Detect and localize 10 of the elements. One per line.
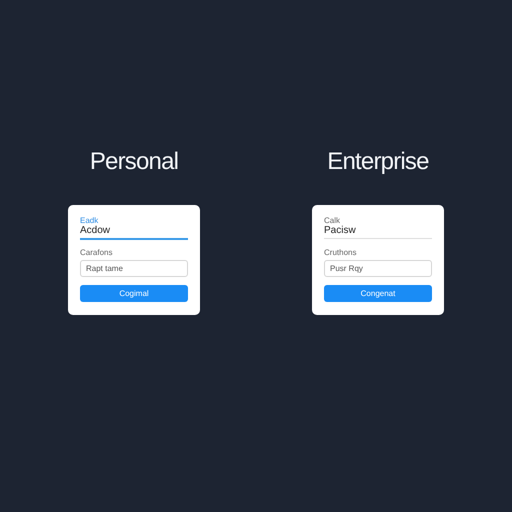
text-field[interactable]: Acdow xyxy=(80,225,188,240)
input-field[interactable]: Rapt tame xyxy=(80,260,188,277)
plan-title: Enterprise xyxy=(327,148,429,177)
field-label: Calk xyxy=(324,216,342,225)
field-label: Cruthons xyxy=(324,248,358,257)
plan-title: Personal xyxy=(90,148,178,177)
input-field[interactable]: Pusr Rqy xyxy=(324,260,432,277)
field-label: Carafons xyxy=(80,248,114,257)
field-label: Eadk xyxy=(80,216,100,225)
text-field[interactable]: Pacisw xyxy=(324,225,432,239)
